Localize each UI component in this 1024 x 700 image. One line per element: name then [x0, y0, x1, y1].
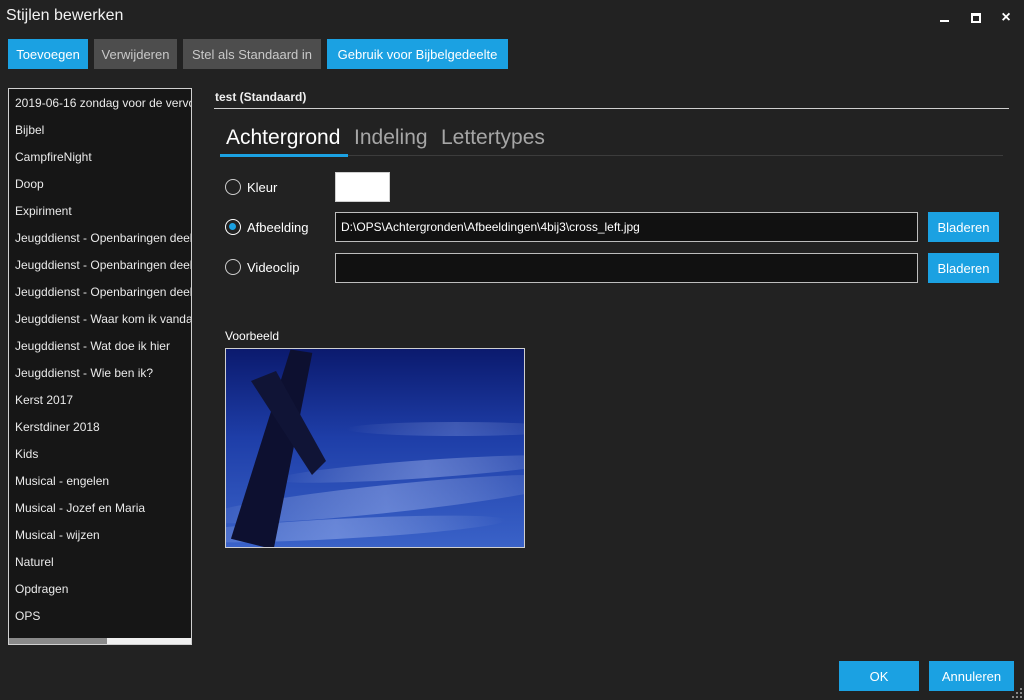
tab-indeling[interactable]: Indeling [354, 126, 428, 150]
list-item[interactable]: Jeugddienst - Openbaringen deel 3 [9, 279, 191, 306]
use-for-bible-button[interactable]: Gebruik voor Bijbelgedeelte [327, 39, 508, 69]
list-item[interactable]: Jeugddienst - Wat doe ik hier [9, 333, 191, 360]
color-label: Kleur [247, 179, 278, 195]
color-radio[interactable] [225, 179, 241, 195]
list-item[interactable]: Musical - wijzen [9, 522, 191, 549]
list-item[interactable]: Musical - engelen [9, 468, 191, 495]
list-item[interactable]: Kerst 2017 [9, 387, 191, 414]
list-item[interactable]: Naturel [9, 549, 191, 576]
style-name-heading: test (Standaard) [215, 90, 307, 104]
list-item[interactable]: Jeugddienst - Openbaringen deel 1 [9, 225, 191, 252]
video-radio[interactable] [225, 259, 241, 275]
list-item[interactable]: Kerstdiner 2018 [9, 414, 191, 441]
divider [214, 108, 1009, 109]
list-item[interactable]: Opdragen [9, 576, 191, 603]
list-item[interactable]: Musical - Jozef en Maria [9, 495, 191, 522]
remove-button[interactable]: Verwijderen [94, 39, 177, 69]
preview-label: Voorbeeld [225, 329, 280, 343]
horizontal-scrollbar[interactable] [9, 638, 191, 644]
image-path-field[interactable] [335, 212, 918, 242]
set-default-button[interactable]: Stel als Standaard in [183, 39, 321, 69]
video-path-field[interactable] [335, 253, 918, 283]
styles-list[interactable]: 2019-06-16 zondag voor de vervolgde kerk… [8, 88, 192, 645]
image-option[interactable]: Afbeelding [225, 219, 308, 235]
list-item[interactable]: Expiriment [9, 198, 191, 225]
tab-lettertypes[interactable]: Lettertypes [441, 126, 545, 150]
list-item[interactable]: Kids [9, 441, 191, 468]
title-bar: Stijlen bewerken × [0, 0, 1024, 36]
close-icon[interactable]: × [996, 8, 1016, 28]
color-option[interactable]: Kleur [225, 179, 277, 195]
video-option[interactable]: Videoclip [225, 259, 300, 275]
image-radio[interactable] [225, 219, 241, 235]
browse-video-button[interactable]: Bladeren [928, 253, 999, 283]
maximize-icon[interactable] [966, 8, 986, 28]
active-tab-indicator [220, 154, 348, 157]
add-button[interactable]: Toevoegen [8, 39, 88, 69]
list-item[interactable]: Jeugddienst - Waar kom ik vandaan [9, 306, 191, 333]
list-item[interactable]: Bijbel [9, 117, 191, 144]
color-swatch[interactable] [335, 172, 390, 202]
list-item[interactable]: Jeugddienst - Openbaringen deel 2 [9, 252, 191, 279]
ok-button[interactable]: OK [839, 661, 919, 691]
list-item[interactable]: 2019-06-16 zondag voor de vervolgde kerk [9, 90, 191, 117]
minimize-icon[interactable] [934, 8, 954, 28]
browse-image-button[interactable]: Bladeren [928, 212, 999, 242]
cancel-button[interactable]: Annuleren [929, 661, 1014, 691]
list-item[interactable]: OPS [9, 603, 191, 630]
list-item[interactable]: Doop [9, 171, 191, 198]
window-title: Stijlen bewerken [6, 7, 124, 24]
scrollbar-thumb[interactable] [9, 638, 107, 644]
list-item[interactable]: Jeugddienst - Wie ben ik? [9, 360, 191, 387]
tab-achtergrond[interactable]: Achtergrond [226, 126, 340, 150]
resize-grip-icon[interactable] [1012, 688, 1022, 698]
preview-image [225, 348, 525, 548]
list-item[interactable]: CampfireNight [9, 144, 191, 171]
image-label: Afbeelding [247, 219, 309, 235]
video-label: Videoclip [247, 259, 300, 275]
